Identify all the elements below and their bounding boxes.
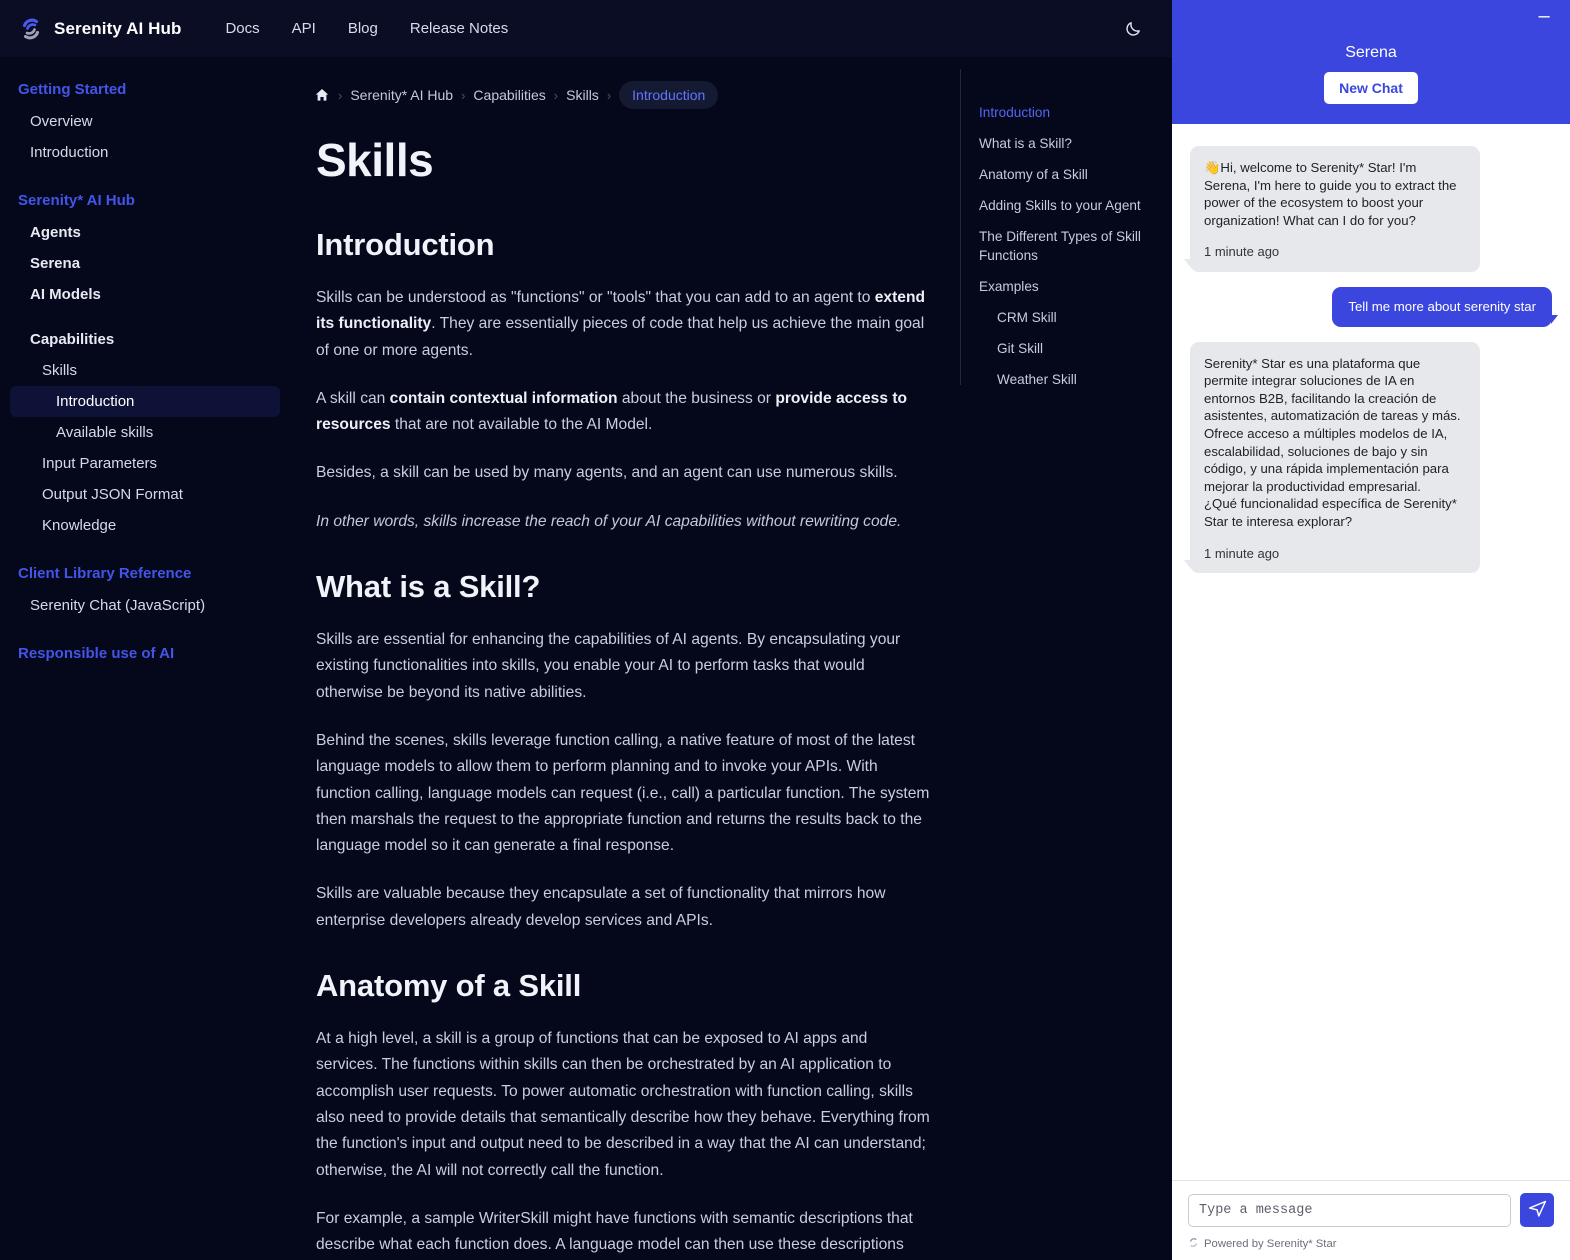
table-of-contents: Introduction What is a Skill? Anatomy of… — [960, 69, 1172, 387]
toc-item-adding-skills-to-your-agent[interactable]: Adding Skills to your Agent — [979, 190, 1158, 221]
chat-message-text: 👋Hi, welcome to Serenity* Star! I'm Sere… — [1204, 160, 1461, 228]
home-icon[interactable] — [314, 87, 330, 103]
chat-message-text: Tell me more about serenity star — [1348, 298, 1536, 314]
paragraph: In other words, skills increase the reac… — [316, 512, 902, 530]
chat-message-bot: 👋Hi, welcome to Serenity* Star! I'm Sere… — [1184, 146, 1480, 272]
chat-message-time: 1 minute ago — [1204, 545, 1280, 561]
chat-message-bot: Serenity* Star es una plataforma que per… — [1184, 341, 1480, 574]
sidebar-item-capabilities[interactable]: Capabilities — [10, 324, 280, 355]
sidebar-item-available-skills[interactable]: Available skills — [10, 417, 280, 448]
chat-title: Serena — [1345, 44, 1397, 61]
breadcrumb-separator: › — [606, 87, 612, 103]
topnav-links: Docs API Blog Release Notes — [225, 20, 508, 37]
paragraph: For example, a sample WriterSkill might … — [316, 1209, 913, 1254]
sidebar-group-title[interactable]: Responsible use of AI — [0, 635, 290, 670]
section-heading-introduction: Introduction — [316, 227, 495, 262]
sidebar-group-client-library-reference: Client Library Reference Serenity Chat (… — [0, 555, 290, 621]
serenity-logo-icon — [18, 16, 44, 42]
sidebar-item-serena[interactable]: Serena — [10, 248, 280, 279]
powered-by-label: Powered by Serenity* Star — [1204, 1238, 1337, 1250]
toc-item-different-types-of-skill-functions[interactable]: The Different Types of Skill Functions — [979, 221, 1158, 271]
paragraph: Skills are valuable because they encapsu… — [316, 885, 886, 929]
sidebar-group-title: Getting Started — [18, 81, 127, 98]
sidebar-group-responsible-use-of-ai: Responsible use of AI — [0, 635, 290, 670]
page-title: Skills — [316, 134, 434, 186]
powered-by: Powered by Serenity* Star — [1188, 1236, 1554, 1252]
sidebar-item-input-parameters[interactable]: Input Parameters — [10, 448, 280, 479]
section-heading-what-is-a-skill: What is a Skill? — [316, 569, 541, 605]
breadcrumb-separator: › — [338, 87, 343, 103]
sidebar-item-ai-models[interactable]: AI Models — [10, 279, 280, 310]
sidebar-group-title: Serenity* AI Hub — [18, 192, 135, 209]
moon-icon[interactable] — [1120, 16, 1146, 42]
breadcrumb-item-hub[interactable]: Serenity* AI Hub — [350, 87, 453, 103]
nav-link-blog[interactable]: Blog — [348, 20, 378, 37]
breadcrumb-item-capabilities[interactable]: Capabilities — [473, 87, 545, 103]
breadcrumb-item-current[interactable]: Introduction — [619, 81, 719, 109]
toc-item-git-skill[interactable]: Git Skill — [979, 333, 1158, 364]
chat-message-input[interactable] — [1188, 1193, 1511, 1227]
chat-message-user: Tell me more about serenity star — [1332, 286, 1558, 327]
sidebar-group-getting-started: Getting Started Overview Introduction — [0, 71, 290, 168]
main-content: › Serenity* AI Hub › Capabilities › Skil… — [290, 57, 960, 1260]
new-chat-button[interactable]: New Chat — [1324, 72, 1418, 104]
send-button[interactable] — [1520, 1193, 1554, 1227]
nav-link-release-notes[interactable]: Release Notes — [410, 20, 508, 37]
brand[interactable]: Serenity AI Hub — [18, 16, 181, 42]
sidebar-item-output-json-format[interactable]: Output JSON Format — [10, 479, 280, 510]
sidebar-item-knowledge[interactable]: Knowledge — [10, 510, 280, 541]
doc-body: Getting Started Overview Introduction Se… — [0, 57, 1172, 1260]
minimize-icon[interactable]: – — [1534, 6, 1554, 26]
toc-item-introduction[interactable]: Introduction — [979, 97, 1158, 128]
sidebar-item-overview[interactable]: Overview — [10, 106, 280, 137]
breadcrumb: › Serenity* AI Hub › Capabilities › Skil… — [314, 75, 930, 115]
toc-item-anatomy-of-a-skill[interactable]: Anatomy of a Skill — [979, 159, 1158, 190]
sidebar-item-introduction[interactable]: Introduction — [10, 137, 280, 168]
sidebar-group-title[interactable]: Client Library Reference — [0, 555, 290, 590]
chat-message-text: Serenity* Star es una plataforma que per… — [1204, 355, 1461, 529]
sidebar-item-skills-introduction[interactable]: Introduction — [10, 386, 280, 417]
sidebar-item-serenity-chat-javascript[interactable]: Serenity Chat (JavaScript) — [10, 590, 280, 621]
paragraph: Besides, a skill can be used by many age… — [316, 464, 898, 482]
paragraph: Skills can be understood as "functions" … — [316, 289, 926, 359]
chat-footer: Powered by Serenity* Star — [1172, 1180, 1570, 1260]
sidebar-nav[interactable]: Getting Started Overview Introduction Se… — [0, 57, 290, 1260]
toc-item-crm-skill[interactable]: CRM Skill — [979, 302, 1158, 333]
chat-composer — [1188, 1193, 1554, 1227]
sidebar-item-skills[interactable]: Skills — [10, 355, 280, 386]
toc-item-what-is-a-skill[interactable]: What is a Skill? — [979, 128, 1158, 159]
chat-widget: – Serena New Chat 👋Hi, welcome to Sereni… — [1172, 0, 1570, 1260]
section-heading-anatomy-of-a-skill: Anatomy of a Skill — [316, 968, 582, 1004]
nav-link-docs[interactable]: Docs — [225, 20, 259, 37]
nav-link-api[interactable]: API — [292, 20, 316, 37]
chat-message-list: 👋Hi, welcome to Serenity* Star! I'm Sere… — [1172, 124, 1570, 1180]
sidebar-group-serenity-ai-hub: Serenity* AI Hub Agents Serena AI Models… — [0, 182, 290, 541]
toc-item-weather-skill[interactable]: Weather Skill — [979, 364, 1158, 395]
brand-name: Serenity AI Hub — [54, 18, 182, 38]
chat-header: – Serena New Chat — [1172, 0, 1570, 124]
paragraph: Behind the scenes, skills leverage funct… — [316, 731, 930, 855]
documentation-pane: Serenity AI Hub Docs API Blog Release No… — [0, 0, 1172, 1260]
breadcrumb-separator: › — [461, 87, 466, 103]
top-navbar: Serenity AI Hub Docs API Blog Release No… — [0, 0, 1172, 57]
paragraph: At a high level, a skill is a group of f… — [316, 1030, 930, 1179]
sidebar-item-agents[interactable]: Agents — [10, 217, 280, 248]
chat-message-time: 1 minute ago — [1204, 244, 1280, 260]
toc-item-examples[interactable]: Examples — [979, 271, 1158, 302]
breadcrumb-item-skills[interactable]: Skills — [566, 87, 599, 103]
paragraph: Skills are essential for enhancing the c… — [316, 631, 901, 701]
paragraph: A skill can contain contextual informati… — [316, 389, 908, 434]
serenity-logo-icon — [1188, 1236, 1199, 1252]
breadcrumb-separator: › — [553, 87, 559, 103]
send-icon — [1527, 1198, 1548, 1222]
app-root: Serenity AI Hub Docs API Blog Release No… — [0, 0, 1570, 1260]
